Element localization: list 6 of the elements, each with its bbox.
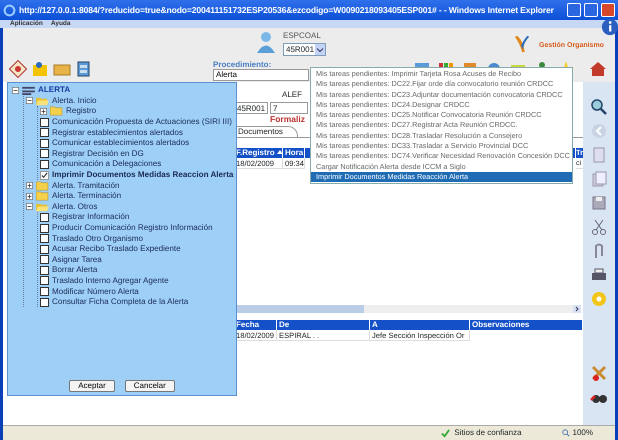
record-title: ALEF xyxy=(282,89,302,101)
security-zone: Sitios de confianza xyxy=(454,427,522,439)
user-name: ESPCOAL xyxy=(283,30,322,42)
phase-title: Formaliz xyxy=(270,114,305,125)
window-title: http://127.0.0.1:8084/?reducido=true&nodo=200411151732ESP20536&ezcodigo=W0090218093405ESP001# - - Windows Internet Explorer xyxy=(19,4,554,16)
procedure-label: Procedimiento: xyxy=(213,60,272,69)
